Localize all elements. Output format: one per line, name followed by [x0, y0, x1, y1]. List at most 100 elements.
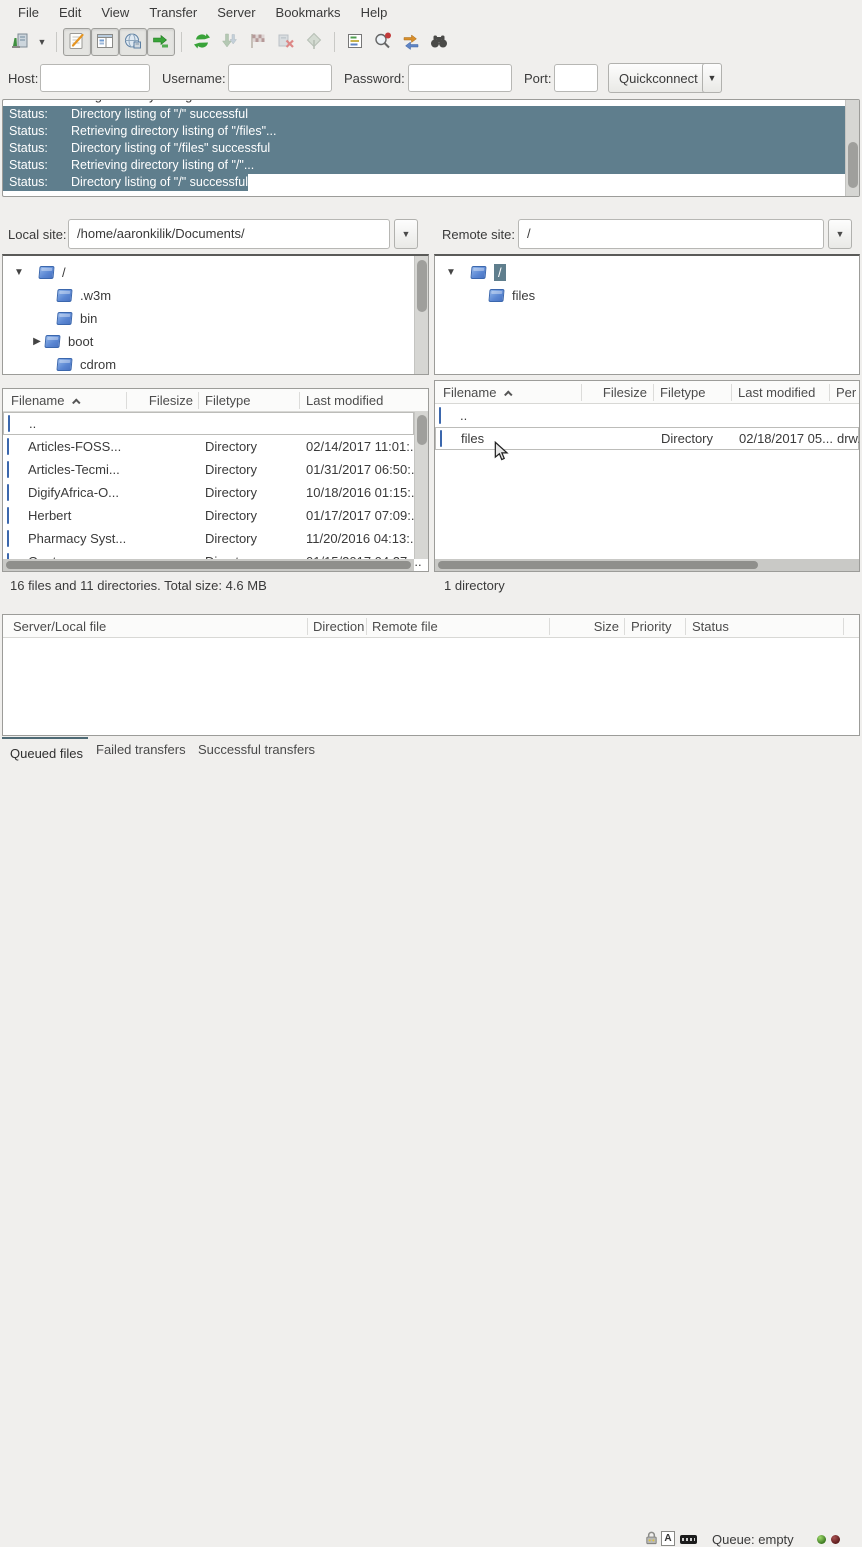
- column-header-priority[interactable]: Priority: [631, 615, 671, 638]
- menu-file[interactable]: File: [8, 0, 49, 26]
- remote-site-combo[interactable]: /: [518, 219, 824, 249]
- port-label: Port:: [524, 71, 551, 86]
- column-header-server-local-file[interactable]: Server/Local file: [13, 615, 106, 638]
- tab-failed-transfers[interactable]: Failed transfers: [96, 742, 186, 757]
- local-list-vscrollbar[interactable]: [414, 412, 428, 559]
- local-tree: ▼ / .w3m bin ▶ boot cdrom: [2, 254, 429, 375]
- directory-comparison-button[interactable]: [369, 28, 397, 56]
- column-header-status[interactable]: Status: [692, 615, 729, 638]
- collapse-icon[interactable]: ▼: [445, 267, 457, 278]
- local-list-hscrollbar-thumb[interactable]: [6, 561, 411, 569]
- find-files-button[interactable]: [425, 28, 453, 56]
- log-scrollbar[interactable]: [845, 100, 859, 196]
- file-row[interactable]: DigifyAfrica-O... Directory 10/18/2016 0…: [3, 481, 414, 504]
- remote-list-hscrollbar-thumb[interactable]: [438, 561, 758, 569]
- column-header-filename[interactable]: Filename: [11, 389, 80, 412]
- password-input[interactable]: [408, 64, 512, 92]
- toggle-remote-tree-button[interactable]: [119, 28, 147, 56]
- activity-led-green: [817, 1535, 826, 1544]
- menu-help[interactable]: Help: [351, 0, 398, 26]
- speed-limit-icon[interactable]: [680, 1535, 697, 1544]
- quickconnect-button[interactable]: Quickconnect: [608, 63, 709, 93]
- column-header-filetype[interactable]: Filetype: [660, 381, 706, 404]
- local-list-header: Filename Filesize Filetype Last modified: [3, 389, 428, 412]
- log-row[interactable]: Status:Retrieving directory listing of "…: [3, 157, 859, 174]
- local-status-text: 16 files and 11 directories. Total size:…: [10, 578, 267, 593]
- local-list-vscrollbar-thumb[interactable]: [417, 415, 427, 445]
- filter-button[interactable]: [341, 28, 369, 56]
- tree-item-boot[interactable]: ▶ boot: [3, 330, 428, 353]
- expand-icon[interactable]: ▶: [31, 336, 43, 347]
- log-row[interactable]: Status:Directory listing of "/" successf…: [3, 106, 859, 123]
- site-manager-icon: [10, 31, 30, 54]
- column-header-remote-file[interactable]: Remote file: [372, 615, 438, 638]
- tree-item-root[interactable]: ▼ /: [3, 261, 428, 284]
- local-tree-scrollbar-thumb[interactable]: [417, 260, 427, 312]
- quickconnect-dropdown[interactable]: ▼: [702, 63, 722, 93]
- column-header-modified[interactable]: Last modified: [306, 389, 383, 412]
- username-input[interactable]: [228, 64, 332, 92]
- reconnect-button[interactable]: [300, 28, 328, 56]
- file-row-updir[interactable]: ..: [435, 404, 845, 427]
- password-label: Password:: [344, 71, 405, 86]
- file-row[interactable]: Pharmacy Syst... Directory 11/20/2016 04…: [3, 527, 414, 550]
- tree-item-remote-root[interactable]: ▼ /: [435, 261, 859, 284]
- column-header-filename[interactable]: Filename: [443, 381, 512, 404]
- site-manager-dropdown[interactable]: ▼: [34, 28, 50, 56]
- file-row[interactable]: Articles-FOSS... Directory 02/14/2017 11…: [3, 435, 414, 458]
- column-header-filetype[interactable]: Filetype: [205, 389, 251, 412]
- remote-list-header: Filename Filesize Filetype Last modified…: [435, 381, 859, 404]
- local-site-dropdown[interactable]: ▼: [394, 219, 418, 249]
- log-row[interactable]: Status:Directory listing of "/" successf…: [3, 174, 859, 191]
- transfer-queue-icon: [151, 31, 171, 54]
- site-manager-button[interactable]: [6, 28, 34, 56]
- log-scrollbar-thumb[interactable]: [848, 142, 858, 188]
- port-input[interactable]: [554, 64, 598, 92]
- process-queue-button[interactable]: [216, 28, 244, 56]
- column-header-size[interactable]: Size: [555, 615, 619, 638]
- refresh-icon: [192, 31, 212, 54]
- synchronized-browsing-button[interactable]: [397, 28, 425, 56]
- folder-icon: [7, 484, 9, 501]
- local-site-combo[interactable]: /home/aaronkilik/Documents/: [68, 219, 390, 249]
- host-input[interactable]: [40, 64, 150, 92]
- disconnect-button[interactable]: [272, 28, 300, 56]
- message-log[interactable]: Status:Retrieving directory listing of "…: [2, 99, 860, 197]
- remote-list-hscrollbar[interactable]: [435, 559, 859, 571]
- remote-site-dropdown[interactable]: ▼: [828, 219, 852, 249]
- log-row[interactable]: Status:Retrieving directory listing of "…: [3, 123, 859, 140]
- find-files-icon: [429, 31, 449, 54]
- menu-transfer[interactable]: Transfer: [139, 0, 207, 26]
- column-header-permissions[interactable]: Per: [836, 381, 856, 404]
- menu-server[interactable]: Server: [207, 0, 265, 26]
- tree-item-bin[interactable]: bin: [3, 307, 428, 330]
- column-header-filesize[interactable]: Filesize: [131, 389, 193, 412]
- refresh-button[interactable]: [188, 28, 216, 56]
- tree-item-cdrom[interactable]: cdrom: [3, 353, 428, 375]
- file-row[interactable]: Herbert Directory 01/17/2017 07:09:...: [3, 504, 414, 527]
- menu-edit[interactable]: Edit: [49, 0, 91, 26]
- tab-queued-files[interactable]: Queued files: [10, 746, 83, 761]
- folder-icon: [56, 289, 72, 302]
- transfer-type-icon[interactable]: A: [661, 1531, 675, 1546]
- tree-item-w3m[interactable]: .w3m: [3, 284, 428, 307]
- collapse-icon[interactable]: ▼: [13, 267, 25, 278]
- toggle-queue-button[interactable]: [147, 28, 175, 56]
- folder-icon: [440, 430, 442, 447]
- file-row[interactable]: Articles-Tecmi... Directory 01/31/2017 0…: [3, 458, 414, 481]
- column-header-filesize[interactable]: Filesize: [585, 381, 647, 404]
- cancel-button[interactable]: [244, 28, 272, 56]
- toggle-log-button[interactable]: [63, 28, 91, 56]
- file-row-updir[interactable]: ..: [3, 412, 414, 435]
- local-tree-scrollbar[interactable]: [414, 256, 428, 374]
- menu-view[interactable]: View: [91, 0, 139, 26]
- tab-successful-transfers[interactable]: Successful transfers: [198, 742, 315, 757]
- toggle-local-tree-button[interactable]: [91, 28, 119, 56]
- tree-item-remote-files[interactable]: files: [435, 284, 859, 307]
- log-row[interactable]: Status:Directory listing of "/files" suc…: [3, 140, 859, 157]
- column-header-modified[interactable]: Last modified: [738, 381, 815, 404]
- folder-icon: [56, 312, 72, 325]
- local-list-hscrollbar[interactable]: [3, 559, 414, 571]
- column-header-direction[interactable]: Direction: [313, 615, 364, 638]
- menu-bookmarks[interactable]: Bookmarks: [266, 0, 351, 26]
